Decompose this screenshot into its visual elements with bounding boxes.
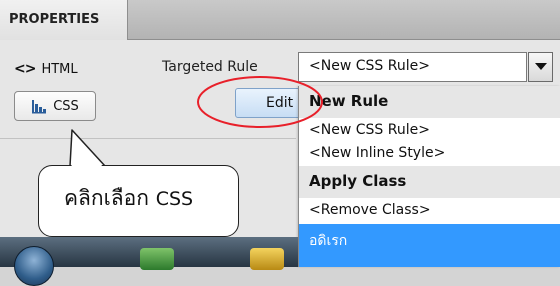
callout-thai-text: คลิกเลือก [64,186,150,210]
css-mode-button[interactable]: CSS [14,91,96,121]
code-brackets-icon: <> [14,61,36,77]
css-mode-label: CSS [53,98,79,114]
dropdown-option-class-selected[interactable]: อดิเรก [299,224,560,267]
tab-properties[interactable]: PROPERTIES [0,0,128,40]
dropdown-option-new-inline-style[interactable]: <New Inline Style> [299,142,560,166]
callout-css-text: CSS [155,188,194,210]
html-mode-label: HTML [41,61,78,77]
chevron-down-icon [534,63,547,70]
panel-divider [0,138,296,139]
dropdown-option-remove-class[interactable]: <Remove Class> [299,198,560,224]
dropdown-header-apply-class: Apply Class [299,166,560,198]
start-orb-icon[interactable] [14,246,54,286]
dropdown-header-new-rule: New Rule [299,86,560,118]
targeted-rule-dropdown-list: New Rule <New CSS Rule> <New Inline Styl… [298,86,560,267]
targeted-rule-select[interactable]: <New CSS Rule> [298,52,527,82]
dropdown-toggle-button[interactable] [528,52,553,82]
instruction-callout: คลิกเลือก CSS [38,165,239,237]
targeted-rule-label: Targeted Rule [162,59,258,75]
dropdown-option-new-css-rule[interactable]: <New CSS Rule> [299,118,560,142]
css-bars-icon [32,100,47,114]
html-mode-button[interactable]: <> HTML [14,58,78,80]
